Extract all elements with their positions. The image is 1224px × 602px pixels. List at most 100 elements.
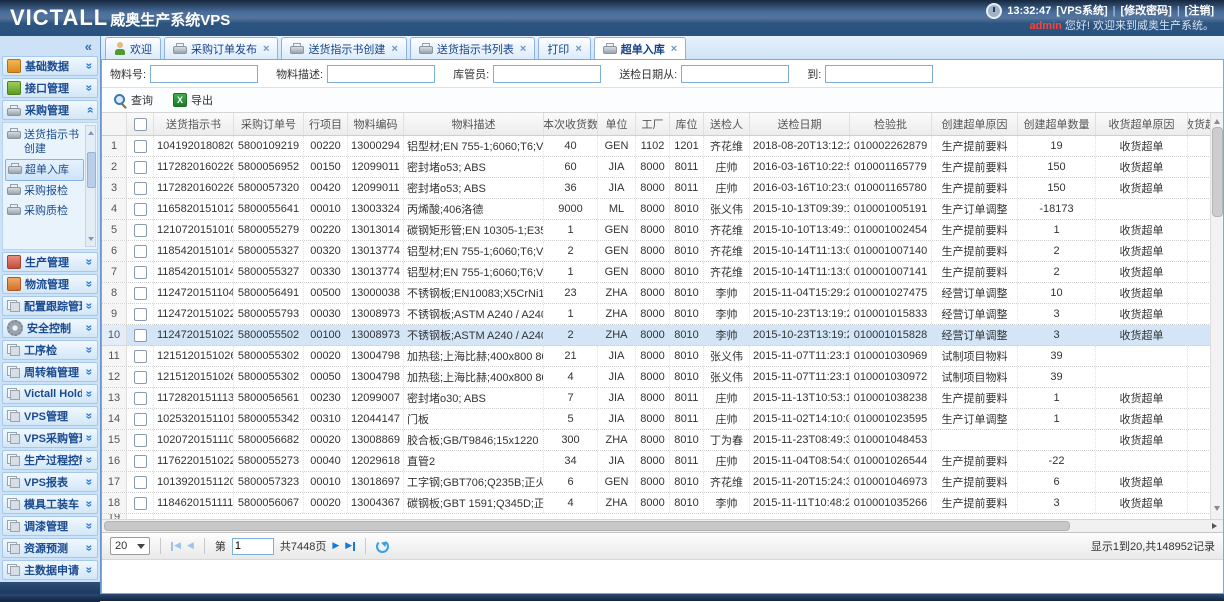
table-row[interactable]: 141025320151101158000553420031012044147门…: [102, 409, 1223, 430]
sidebar-group[interactable]: 周转箱管理»: [2, 362, 98, 382]
sidebar-item[interactable]: 采购质检: [5, 201, 84, 221]
tab-close-icon[interactable]: ×: [520, 43, 526, 55]
sidebar-group[interactable]: 生产管理»: [2, 252, 98, 272]
row-checkbox[interactable]: [134, 182, 147, 195]
sidebar-item[interactable]: 送货指示书创建: [5, 125, 84, 159]
table-header-cell[interactable]: 送货指示书: [154, 113, 234, 135]
table-row[interactable]: 81124720151104058000564910050013000038不锈…: [102, 283, 1223, 304]
sidebar-group[interactable]: 模具工装车»: [2, 494, 98, 514]
table-row[interactable]: 181184620151111058000560670002013004367碳…: [102, 493, 1223, 514]
sidebar-group[interactable]: VPS管理»: [2, 406, 98, 426]
warehouse-keeper-input[interactable]: [493, 65, 601, 83]
table-row[interactable]: 111215120151026058000553020002013004798加…: [102, 346, 1223, 367]
sidebar-item[interactable]: 超单入库: [5, 159, 84, 181]
select-all-checkbox[interactable]: [134, 118, 147, 131]
table-row[interactable]: 51210720151010058000552790022013013014碳钢…: [102, 220, 1223, 241]
refresh-icon[interactable]: [376, 540, 389, 553]
sidebar-group[interactable]: VPS报表»: [2, 472, 98, 492]
tab-close-icon[interactable]: ×: [671, 43, 677, 55]
sidebar-group[interactable]: 接口管理»: [2, 78, 98, 98]
tab-送货指示书创建[interactable]: 送货指示书创建×: [281, 37, 406, 59]
sidebar-collapse-icon[interactable]: «: [85, 39, 92, 54]
row-checkbox[interactable]: [134, 161, 147, 174]
sidebar-group[interactable]: 调漆管理»: [2, 516, 98, 536]
row-checkbox[interactable]: [134, 266, 147, 279]
table-row[interactable]: 11041920180820058001092190022013000294铝型…: [102, 136, 1223, 157]
link-vps-system[interactable]: [VPS系统]: [1056, 4, 1107, 18]
sidebar-item[interactable]: 采购报检: [5, 181, 84, 201]
link-logout[interactable]: [注销]: [1185, 4, 1214, 18]
table-header-cell[interactable]: 收货超单原因: [1096, 113, 1188, 135]
next-page-button[interactable]: ▶: [332, 541, 339, 551]
row-checkbox[interactable]: [134, 371, 147, 384]
material-no-input[interactable]: [150, 65, 258, 83]
sidebar-group[interactable]: 基础数据»: [2, 56, 98, 76]
inspect-date-to-input[interactable]: [825, 65, 933, 83]
scroll-up-icon[interactable]: [1214, 116, 1220, 124]
vertical-scrollbar[interactable]: [1210, 113, 1223, 519]
table-row[interactable]: 101124720151022058000555020010013008973不…: [102, 325, 1223, 346]
export-button[interactable]: 导出: [169, 90, 217, 110]
row-checkbox[interactable]: [134, 287, 147, 300]
row-checkbox[interactable]: [134, 140, 147, 153]
first-page-button[interactable]: ◀: [171, 541, 181, 551]
link-change-password[interactable]: [修改密码]: [1120, 4, 1171, 18]
tab-close-icon[interactable]: ×: [391, 43, 397, 55]
row-checkbox[interactable]: [134, 350, 147, 363]
table-header-cell[interactable]: 检验批: [850, 113, 932, 135]
table-header-cell[interactable]: 创建超单数量: [1018, 113, 1096, 135]
row-checkbox[interactable]: [134, 434, 147, 447]
table-header-cell[interactable]: 物料描述: [404, 113, 544, 135]
table-header-cell[interactable]: 采购订单号: [234, 113, 304, 135]
table-row[interactable]: 131172820151113058000565610023012099007密…: [102, 388, 1223, 409]
sidebar-group[interactable]: 资源预测»: [2, 538, 98, 558]
sidebar-group[interactable]: Victall Holding»: [2, 384, 98, 404]
tab-超单入库[interactable]: 超单入库×: [594, 37, 686, 59]
sidebar-group[interactable]: 主数据申请»: [2, 560, 98, 580]
table-row[interactable]: 61185420151014058000553270032013013774铝型…: [102, 241, 1223, 262]
last-page-button[interactable]: ▶: [345, 541, 355, 551]
table-header-cell[interactable]: 行项目: [304, 113, 348, 135]
row-checkbox[interactable]: [134, 497, 147, 510]
sidebar-group[interactable]: 采购管理»: [2, 100, 98, 120]
row-checkbox[interactable]: [134, 476, 147, 489]
vertical-scrollbar-thumb[interactable]: [1212, 127, 1223, 217]
prev-page-button[interactable]: ◀: [187, 541, 194, 551]
row-checkbox[interactable]: [134, 245, 147, 258]
row-checkbox[interactable]: [134, 413, 147, 426]
sidebar-group[interactable]: 安全控制»: [2, 318, 98, 338]
material-desc-input[interactable]: [327, 65, 435, 83]
scroll-down-icon[interactable]: [88, 237, 94, 244]
table-row[interactable]: 151020720151110058000566820002013008869胶…: [102, 430, 1223, 451]
tab-采购订单发布[interactable]: 采购订单发布×: [164, 37, 278, 59]
inspect-date-from-input[interactable]: [681, 65, 789, 83]
scroll-down-icon[interactable]: [1214, 506, 1220, 514]
table-row[interactable]: 21172820160226058000569520015012099011密封…: [102, 157, 1223, 178]
horizontal-scrollbar[interactable]: [102, 519, 1223, 532]
table-row[interactable]: 171013920151120058000573230001013018697工…: [102, 472, 1223, 493]
row-checkbox[interactable]: [134, 224, 147, 237]
page-number-input[interactable]: [232, 538, 274, 555]
table-header-cell[interactable]: 送检日期: [750, 113, 850, 135]
scroll-up-icon[interactable]: [88, 128, 94, 135]
table-header-cell[interactable]: 物料编码: [348, 113, 404, 135]
table-row[interactable]: 41165820151012058000556410001013003324丙烯…: [102, 199, 1223, 220]
sidebar-group[interactable]: 工序检»: [2, 340, 98, 360]
sidebar-group[interactable]: 物流管理»: [2, 274, 98, 294]
sidebar-group[interactable]: 生产过程控制»: [2, 450, 98, 470]
row-checkbox[interactable]: [134, 329, 147, 342]
submenu-scrollbar[interactable]: [85, 125, 96, 247]
tab-送货指示书列表[interactable]: 送货指示书列表×: [410, 37, 535, 59]
table-header-cell[interactable]: 库位: [670, 113, 704, 135]
tab-close-icon[interactable]: ×: [575, 43, 581, 55]
sidebar-group[interactable]: 配置跟踪管理»: [2, 296, 98, 316]
horizontal-scrollbar-thumb[interactable]: [104, 521, 1070, 531]
table-row[interactable]: 71185420151014058000553270033013013774铝型…: [102, 262, 1223, 283]
scroll-right-icon[interactable]: [1212, 523, 1220, 529]
table-header-cell[interactable]: 创建超单原因: [932, 113, 1018, 135]
row-checkbox[interactable]: [134, 455, 147, 468]
table-header-cell[interactable]: 工厂: [636, 113, 670, 135]
row-checkbox[interactable]: [134, 392, 147, 405]
tab-欢迎[interactable]: 欢迎: [105, 37, 161, 59]
row-checkbox[interactable]: [134, 203, 147, 216]
